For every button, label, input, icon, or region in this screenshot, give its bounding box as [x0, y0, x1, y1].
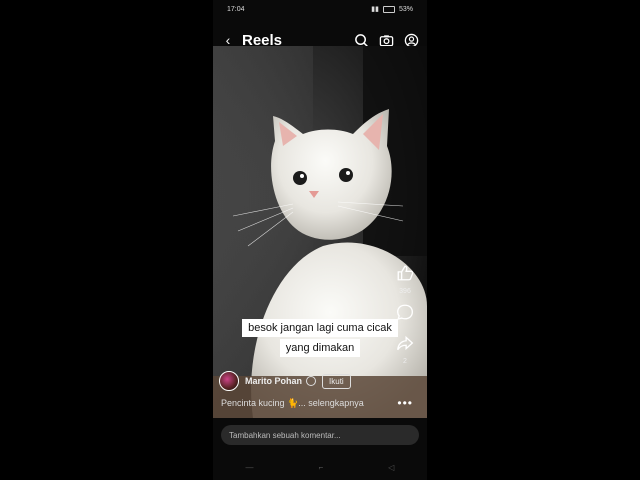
battery-level: 53%	[398, 5, 413, 13]
comment-input[interactable]: Tambahkan sebuah komentar...	[221, 425, 419, 445]
more-icon[interactable]: •••	[397, 396, 413, 410]
author-row: Marito Pohan Ikuti	[219, 371, 351, 391]
globe-icon	[306, 376, 317, 386]
comment-button[interactable]	[396, 303, 414, 326]
battery-icon	[382, 5, 395, 13]
avatar[interactable]	[219, 371, 239, 391]
author-name[interactable]: Marito Pohan	[245, 376, 302, 386]
share-icon	[396, 334, 414, 357]
status-icons: ▮▮ 53%	[371, 5, 413, 13]
signal-icon: ▮▮	[371, 6, 379, 13]
status-bar: 17:04 ▮▮ 53%	[213, 0, 427, 18]
share-count: 2	[403, 358, 407, 365]
side-actions: 396 2	[393, 264, 417, 373]
reel-video[interactable]: besok jangan lagi cuma cicak yang dimaka…	[213, 46, 427, 418]
caption-line-2: yang dimakan	[279, 339, 361, 357]
like-count: 396	[399, 288, 411, 295]
status-time: 17:04	[227, 5, 245, 13]
comment-icon	[396, 303, 414, 326]
phone-screen: 17:04 ▮▮ 53% ‹ Reels besok jangan lagi c…	[213, 0, 427, 480]
caption-line-1: besok jangan lagi cuma cicak	[242, 319, 398, 337]
recent-apps-icon[interactable]: —	[246, 463, 254, 472]
home-icon[interactable]: ⌐	[319, 463, 324, 472]
system-nav-bar: — ⌐ ◁	[213, 460, 427, 474]
video-caption: besok jangan lagi cuma cicak yang dimaka…	[231, 318, 409, 358]
like-button[interactable]: 396	[396, 264, 414, 295]
share-button[interactable]: 2	[396, 334, 414, 365]
like-icon	[396, 264, 414, 287]
back-nav-icon[interactable]: ◁	[388, 463, 394, 472]
follow-button[interactable]: Ikuti	[322, 373, 351, 389]
video-description[interactable]: Pencinta kucing 🐈... selengkapnya	[221, 398, 391, 409]
